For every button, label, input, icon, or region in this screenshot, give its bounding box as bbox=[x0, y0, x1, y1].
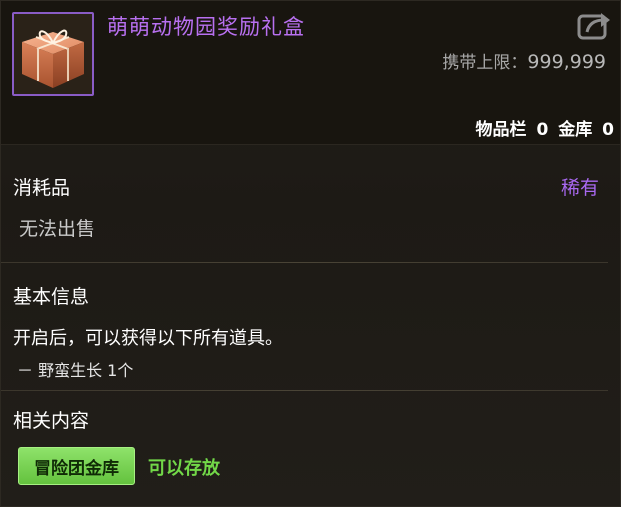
item-tooltip: 萌萌动物园奖励礼盒 携带上限：999,999 物品栏 0 金库 0 消耗品 稀有… bbox=[0, 0, 621, 507]
inventory-label: 物品栏 bbox=[475, 120, 527, 140]
content-item: － 野蛮生长 1个 bbox=[17, 361, 134, 380]
tooltip-header: 萌萌动物园奖励礼盒 携带上限：999,999 物品栏 0 金库 0 bbox=[1, 1, 620, 145]
carry-limit-label: 携带上限： bbox=[442, 53, 528, 73]
gift-box-icon bbox=[12, 12, 94, 96]
item-name: 萌萌动物园奖励礼盒 bbox=[107, 15, 305, 39]
storable-status: 可以存放 bbox=[148, 458, 220, 479]
item-description: 开启后，可以获得以下所有道具。 bbox=[13, 328, 283, 349]
related-title: 相关内容 bbox=[13, 410, 90, 432]
basic-info-title: 基本信息 bbox=[13, 286, 90, 308]
item-rarity: 稀有 bbox=[560, 177, 599, 199]
storage-counts: 物品栏 0 金库 0 bbox=[472, 115, 614, 140]
section-divider bbox=[1, 262, 608, 263]
share-icon[interactable] bbox=[577, 10, 611, 40]
sell-status: 无法出售 bbox=[19, 218, 96, 240]
inventory-count: 0 bbox=[536, 120, 549, 140]
section-divider bbox=[1, 390, 608, 391]
vault-count: 0 bbox=[602, 120, 614, 140]
adventure-vault-button[interactable]: 冒险团金库 bbox=[18, 447, 135, 485]
vault-label: 金库 bbox=[558, 120, 593, 140]
item-type: 消耗品 bbox=[13, 177, 71, 199]
carry-limit: 携带上限：999,999 bbox=[442, 48, 606, 73]
carry-limit-value: 999,999 bbox=[527, 51, 606, 73]
